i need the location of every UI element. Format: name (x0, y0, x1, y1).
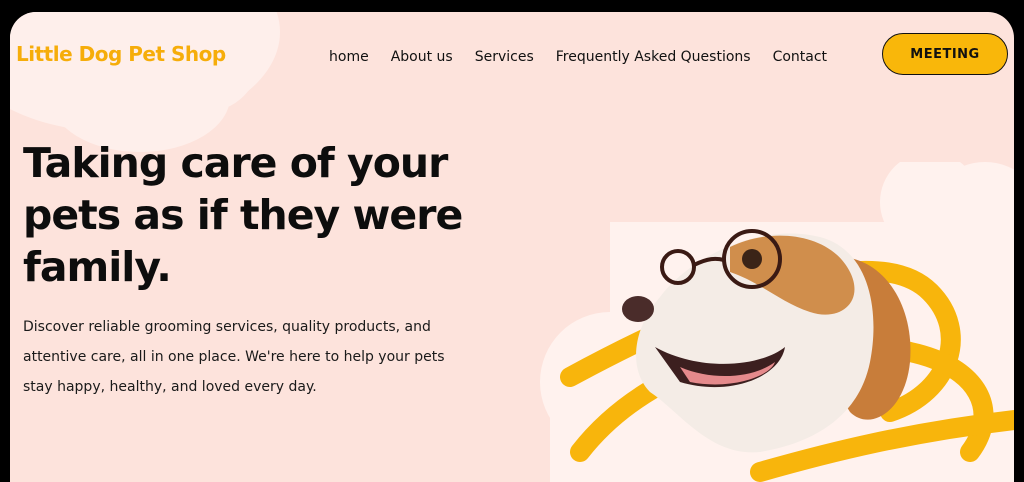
nav-item-home[interactable]: home (329, 49, 369, 65)
nav-item-about-us[interactable]: About us (391, 49, 453, 65)
dog-eye (742, 249, 762, 269)
dog-with-glasses-icon (540, 162, 1014, 482)
hero-title: Taking care of your pets as if they were… (23, 139, 463, 291)
page-frame: Little Dog Pet Shop home About us Servic… (10, 12, 1014, 482)
brand-logo[interactable]: Little Dog Pet Shop (16, 42, 226, 66)
nav-item-contact[interactable]: Contact (773, 49, 827, 65)
meeting-button[interactable]: MEETING (882, 33, 1008, 75)
nav-item-services[interactable]: Services (475, 49, 534, 65)
nav-item-faq[interactable]: Frequently Asked Questions (556, 49, 751, 65)
hero-description: Discover reliable grooming services, qua… (23, 319, 445, 395)
main-nav: home About us Services Frequently Asked … (329, 49, 827, 65)
dog-nose (622, 296, 654, 322)
